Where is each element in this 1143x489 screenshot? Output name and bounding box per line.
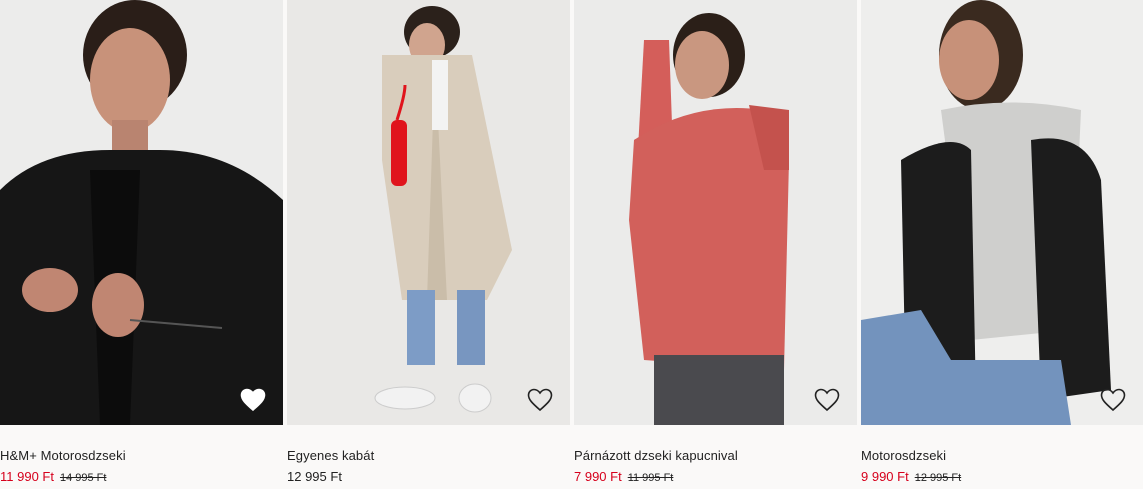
product-image[interactable]	[861, 0, 1143, 425]
heart-outline-icon	[814, 388, 840, 412]
product-name[interactable]: Párnázott dzseki kapucnival	[574, 448, 738, 463]
product-card[interactable]: Párnázott dzseki kapucnival 7 990 Ft 11 9…	[574, 0, 857, 489]
product-image[interactable]	[287, 0, 570, 425]
add-to-favorites-button[interactable]	[1100, 388, 1126, 412]
product-image[interactable]	[574, 0, 857, 425]
add-to-favorites-button[interactable]	[240, 388, 266, 412]
original-price: 14 995 Ft	[59, 472, 107, 484]
heart-outline-icon	[240, 388, 266, 412]
add-to-favorites-button[interactable]	[527, 388, 553, 412]
product-prices: 11 990 Ft 14 995 Ft	[0, 468, 106, 486]
sale-price: 9 990 Ft	[861, 469, 909, 484]
product-card[interactable]: Motorosdzseki 9 990 Ft 12 995 Ft	[861, 0, 1143, 489]
sale-price: 7 990 Ft	[574, 469, 622, 484]
original-price: 12 995 Ft	[914, 472, 962, 484]
product-card[interactable]: Egyenes kabát 12 995 Ft	[287, 0, 570, 489]
product-name[interactable]: Motorosdzseki	[861, 448, 946, 463]
price: 12 995 Ft	[287, 469, 342, 484]
sale-price: 11 990 Ft	[0, 469, 54, 484]
product-prices: 7 990 Ft 11 995 Ft	[574, 468, 673, 486]
product-grid: H&M+ Motorosdzseki 11 990 Ft 14 995 Ft E…	[0, 0, 1143, 489]
product-name[interactable]: Egyenes kabát	[287, 448, 374, 463]
product-prices: 12 995 Ft	[287, 468, 342, 486]
original-price: 11 995 Ft	[627, 472, 674, 484]
product-prices: 9 990 Ft 12 995 Ft	[861, 468, 961, 486]
add-to-favorites-button[interactable]	[814, 388, 840, 412]
heart-outline-icon	[1100, 388, 1126, 412]
product-image[interactable]	[0, 0, 283, 425]
heart-outline-icon	[527, 388, 553, 412]
product-name[interactable]: H&M+ Motorosdzseki	[0, 448, 126, 463]
product-card[interactable]: H&M+ Motorosdzseki 11 990 Ft 14 995 Ft	[0, 0, 283, 489]
